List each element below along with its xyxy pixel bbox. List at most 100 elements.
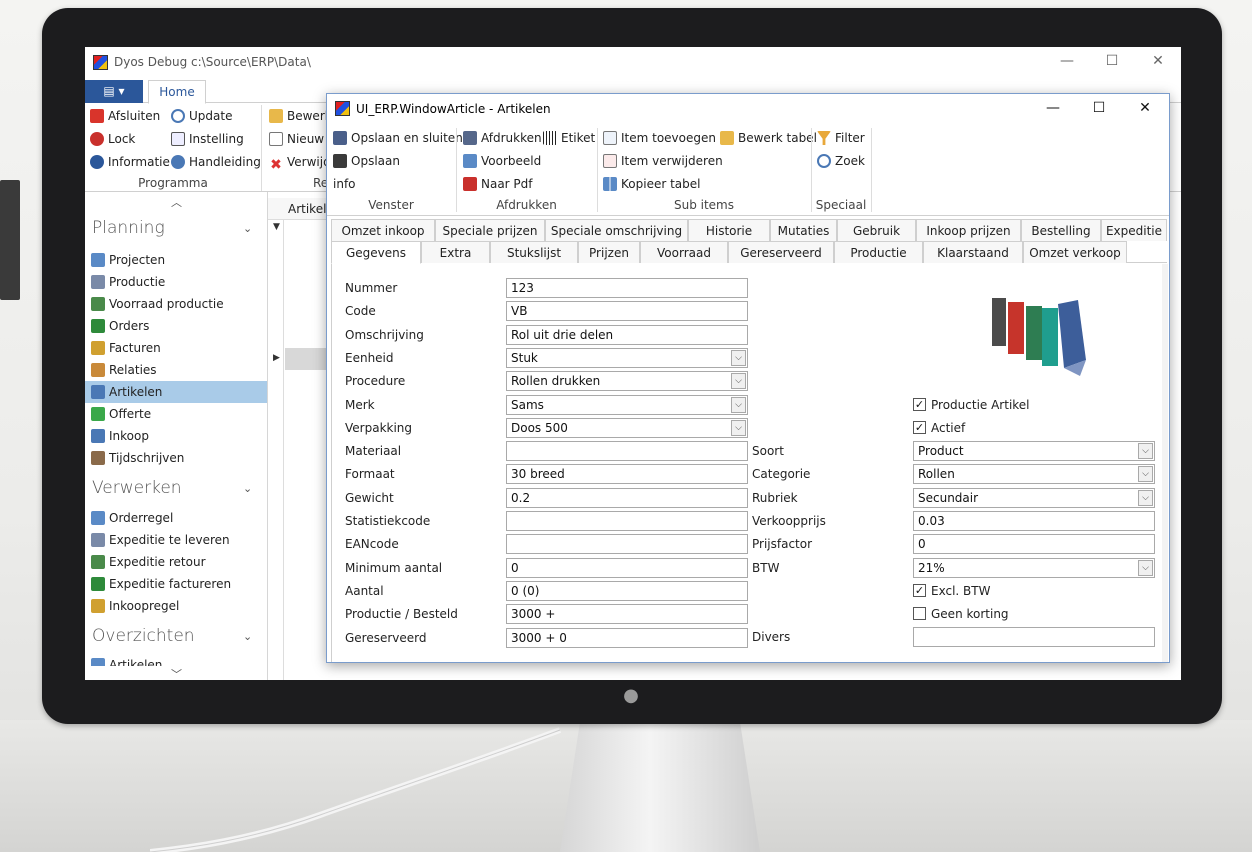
naar-pdf-button[interactable]: Naar Pdf (463, 174, 533, 194)
sidebar-item-expeditie-te-leveren[interactable]: Expeditie te leveren (85, 529, 267, 551)
tab-omzet-inkoop[interactable]: Omzet inkoop (331, 219, 435, 241)
verwijder-button[interactable]: ✖ Verwijd (269, 152, 331, 172)
gereserveerd-field[interactable]: 3000 + 0 (506, 627, 748, 648)
tab-speciale-prijzen[interactable]: Speciale prijzen (435, 219, 545, 241)
chevron-down-icon[interactable]: ⌵ (731, 373, 746, 390)
instelling-button[interactable]: Instelling (171, 129, 244, 149)
afdrukken-button[interactable]: Afdrukken (463, 128, 542, 148)
article-maximize-button[interactable]: ☐ (1076, 100, 1122, 116)
statistiekcode-field[interactable] (506, 511, 748, 531)
prijsfactor-field[interactable]: 0 (913, 534, 1155, 555)
sidebar-item-productie[interactable]: Productie (85, 271, 267, 293)
verkoopprijs-field[interactable]: 0.03 (913, 510, 1155, 531)
sidebar-item-orders[interactable]: Orders (85, 315, 267, 337)
info-button[interactable]: info (333, 174, 356, 194)
code-field[interactable]: VB (506, 301, 748, 322)
article-close-button[interactable]: ✕ (1122, 100, 1168, 116)
checkmark-icon[interactable]: ✓ (913, 398, 926, 411)
sidebar-item-artikelen[interactable]: Artikelen (85, 654, 267, 666)
sidebar-item-facturen[interactable]: Facturen (85, 337, 267, 359)
scroll-up-icon[interactable]: ︿ (171, 194, 182, 210)
tab-gereserveerd[interactable]: Gereserveerd (728, 241, 834, 263)
chevron-down-icon[interactable]: ⌵ (1138, 466, 1153, 483)
chevron-down-icon[interactable]: ⌄ (243, 630, 252, 643)
omschrijving-field[interactable]: Rol uit drie delen (506, 324, 748, 345)
tab-productie[interactable]: Productie (834, 241, 923, 263)
divers-field[interactable] (913, 627, 1155, 647)
checkmark-icon[interactable]: ✓ (913, 584, 926, 597)
kopieer-tabel-button[interactable]: Kopieer tabel (603, 174, 700, 194)
tab-historie[interactable]: Historie (688, 219, 770, 241)
merk-select[interactable]: Sams ⌵ (506, 394, 748, 415)
eenheid-select[interactable]: Stuk ⌵ (506, 347, 748, 368)
formaat-field[interactable]: 30 breed (506, 464, 748, 485)
item-verwijderen-button[interactable]: Item verwijderen (603, 151, 723, 171)
tab-gegevens[interactable]: Gegevens (331, 241, 421, 264)
chevron-down-icon[interactable]: ⌄ (243, 482, 252, 495)
tab-speciale-omschrijving[interactable]: Speciale omschrijving (545, 219, 688, 241)
sidebar-item-offerte[interactable]: Offerte (85, 403, 267, 425)
aantal-field[interactable]: 0 (0) (506, 580, 748, 601)
checkmark-icon[interactable]: ✓ (913, 421, 926, 434)
sidebar-item-inkoopregel[interactable]: Inkoopregel (85, 595, 267, 617)
categorie-select[interactable]: Rollen ⌵ (913, 464, 1155, 485)
lock-button[interactable]: Lock (90, 129, 135, 149)
filter-button[interactable]: Filter (817, 128, 865, 148)
section-header-planning[interactable]: Planning (92, 218, 165, 238)
voorbeeld-button[interactable]: Voorbeeld (463, 151, 541, 171)
empty-checkbox-icon[interactable] (913, 607, 926, 620)
sidebar-item-artikelen[interactable]: Artikelen (85, 381, 267, 403)
tab-mutaties[interactable]: Mutaties (770, 219, 837, 241)
tab-extra[interactable]: Extra (421, 241, 490, 263)
scroll-down-icon[interactable]: ﹀ (171, 666, 182, 680)
minimum-aantal-field[interactable]: 0 (506, 557, 748, 578)
bewerk-button[interactable]: Bewerk (269, 106, 332, 126)
informatie-button[interactable]: Informatie (90, 152, 170, 172)
tab-home[interactable]: Home (148, 80, 206, 104)
nieuw-button[interactable]: Nieuw (269, 129, 324, 149)
sidebar-item-expeditie-retour[interactable]: Expeditie retour (85, 551, 267, 573)
sidebar-item-relaties[interactable]: Relaties (85, 359, 267, 381)
btw-select[interactable]: 21% ⌵ (913, 557, 1155, 578)
opslaan-button[interactable]: Opslaan (333, 151, 400, 171)
rubriek-select[interactable]: Secundair ⌵ (913, 487, 1155, 508)
chevron-down-icon[interactable]: ⌄ (243, 222, 252, 235)
sidebar-item-voorraad-productie[interactable]: Voorraad productie (85, 293, 267, 315)
chevron-down-icon[interactable]: ⌵ (1138, 559, 1153, 576)
application-menu-button[interactable]: ▤ ▾ (85, 80, 143, 103)
sidebar-item-orderregel[interactable]: Orderregel (85, 507, 267, 529)
productie-besteld-field[interactable]: 3000 + (506, 604, 748, 625)
chevron-down-icon[interactable]: ⌵ (1138, 489, 1153, 506)
zoek-button[interactable]: Zoek (817, 151, 865, 171)
afsluiten-button[interactable]: Afsluiten (90, 106, 160, 126)
tab-bestelling[interactable]: Bestelling (1021, 219, 1101, 241)
tab-voorraad[interactable]: Voorraad (640, 241, 728, 263)
soort-select[interactable]: Product ⌵ (913, 441, 1155, 461)
sidebar-item-tijdschrijven[interactable]: Tijdschrijven (85, 447, 267, 469)
tab-inkoop-prijzen[interactable]: Inkoop prijzen (916, 219, 1021, 241)
tab-gebruik[interactable]: Gebruik (837, 219, 916, 241)
procedure-select[interactable]: Rollen drukken ⌵ (506, 371, 748, 392)
bewerk-tabel-button[interactable]: Bewerk tabel (720, 128, 817, 148)
update-button[interactable]: Update (171, 106, 232, 126)
etiket-button[interactable]: Etiket (543, 128, 595, 148)
chevron-down-icon[interactable]: ⌵ (731, 419, 746, 436)
section-header-overzichten[interactable]: Overzichten (92, 626, 195, 646)
maximize-button[interactable]: ☐ (1089, 53, 1135, 69)
gewicht-field[interactable]: 0.2 (506, 487, 748, 508)
chevron-down-icon[interactable]: ⌵ (731, 396, 746, 413)
tab-klaarstaand[interactable]: Klaarstaand (923, 241, 1023, 263)
sidebar-item-expeditie-factureren[interactable]: Expeditie factureren (85, 573, 267, 595)
section-header-verwerken[interactable]: Verwerken (92, 478, 182, 498)
chevron-down-icon[interactable]: ⌵ (731, 349, 746, 366)
item-toevoegen-button[interactable]: Item toevoegen (603, 128, 716, 148)
article-minimize-button[interactable]: — (1030, 100, 1076, 116)
close-button[interactable]: ✕ (1135, 53, 1181, 69)
opslaan-en-sluiten-button[interactable]: Opslaan en sluiten (333, 128, 463, 148)
nummer-field[interactable]: 123 (506, 278, 748, 298)
sidebar-item-projecten[interactable]: Projecten (85, 249, 267, 271)
eancode-field[interactable] (506, 534, 748, 555)
grid-column-header[interactable]: Artikel (288, 202, 326, 216)
minimize-button[interactable]: — (1044, 53, 1090, 69)
tab-omzet-verkoop[interactable]: Omzet verkoop (1023, 241, 1127, 263)
